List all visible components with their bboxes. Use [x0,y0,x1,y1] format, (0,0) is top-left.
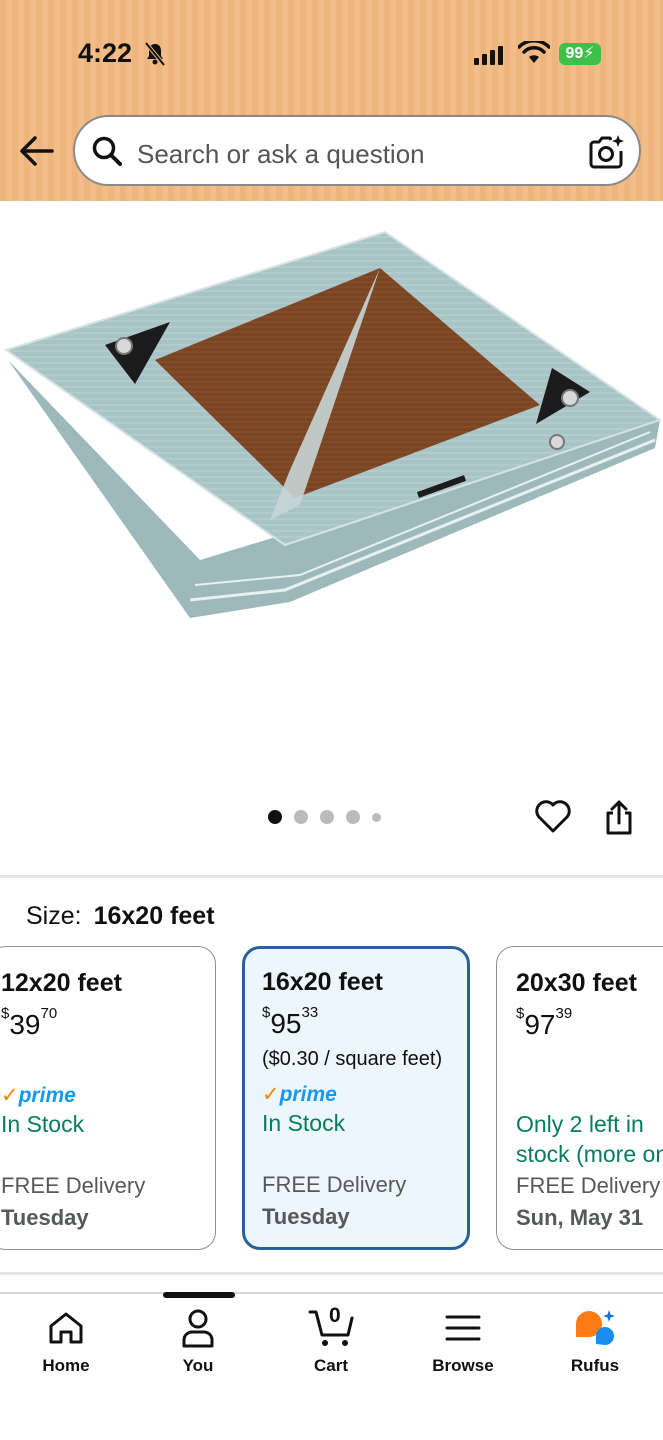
battery-indicator: 99⚡ [559,43,601,65]
unit-price: ($0.30 / square feet) [262,1048,443,1070]
section-divider [0,1272,663,1275]
rufus-icon [576,1310,615,1345]
prime-badge: ✓prime [262,1083,337,1106]
delivery-day: Tuesday [262,1204,350,1229]
tab-label: You [182,1356,214,1375]
delivery-label: FREE Delivery [1,1173,146,1198]
delivery-label: FREE Delivery [516,1173,661,1198]
tab-label: Rufus [570,1356,620,1375]
size-option-20x30[interactable]: 20x30 feet $9739 Only 2 left in stock (mo… [496,946,663,1250]
battery-level: 99 [565,45,584,62]
delivery-day: Sun, May 31 [516,1205,644,1230]
heart-icon[interactable] [534,798,572,834]
tab-home[interactable]: Home [11,1306,121,1376]
active-tab-indicator [163,1292,235,1298]
size-selected-value: 16x20 feet [93,902,215,930]
tab-label: Browse [432,1356,494,1375]
size-label: Size: 16x20 feet [26,902,215,931]
size-label-text: Size: [26,902,82,930]
gallery-dot[interactable] [294,810,308,824]
gallery-dots[interactable] [268,810,381,824]
search-icon [92,136,122,166]
cellular-signal-icon [474,46,503,65]
size-option-12x20[interactable]: 12x20 feet $3970 ✓prime In Stock FREE De… [0,946,216,1250]
tab-cart[interactable]: 0 Cart [276,1304,386,1376]
share-icon[interactable] [603,800,635,836]
tab-browse[interactable]: Browse [408,1306,518,1376]
stock-status: In Stock [1,1111,85,1137]
bell-muted-icon [144,41,166,67]
size-option-title: 12x20 feet [1,969,122,997]
wifi-icon [518,41,550,63]
tab-you[interactable]: You [143,1306,253,1376]
tab-label: Home [42,1356,90,1375]
delivery-label: FREE Delivery [262,1172,407,1197]
product-image[interactable] [0,218,663,638]
cart-count-badge: 0 [329,1304,341,1327]
tab-rufus[interactable]: Rufus [540,1306,650,1376]
delivery-day: Tuesday [1,1205,89,1230]
status-time: 4:22 [78,38,133,68]
size-option-price: $3970 [1,1005,58,1040]
gallery-dot[interactable] [268,810,282,824]
gallery-dot[interactable] [320,810,334,824]
person-icon [182,1309,214,1348]
size-option-16x20[interactable]: 16x20 feet $9533 ($0.30 / square feet) ✓… [242,946,470,1250]
home-icon [49,1312,83,1344]
size-option-title: 16x20 feet [262,968,383,996]
camera-lens-icon[interactable] [587,133,625,171]
stock-status: Only 2 left in stock (more on [516,1111,663,1167]
prime-badge: ✓prime [1,1084,76,1107]
gallery-dot[interactable] [346,810,360,824]
section-divider [0,875,663,878]
gallery-dot[interactable] [372,812,381,822]
search-input[interactable]: Search or ask a question [137,139,425,170]
back-arrow-icon[interactable] [18,134,56,168]
menu-icon [445,1315,481,1341]
size-option-price: $9533 [262,1004,319,1039]
search-bar[interactable]: Search or ask a question [73,115,641,186]
size-option-price: $9739 [516,1005,573,1040]
tab-label: Cart [313,1356,348,1375]
size-option-title: 20x30 feet [516,969,637,997]
stock-status: In Stock [262,1110,346,1136]
